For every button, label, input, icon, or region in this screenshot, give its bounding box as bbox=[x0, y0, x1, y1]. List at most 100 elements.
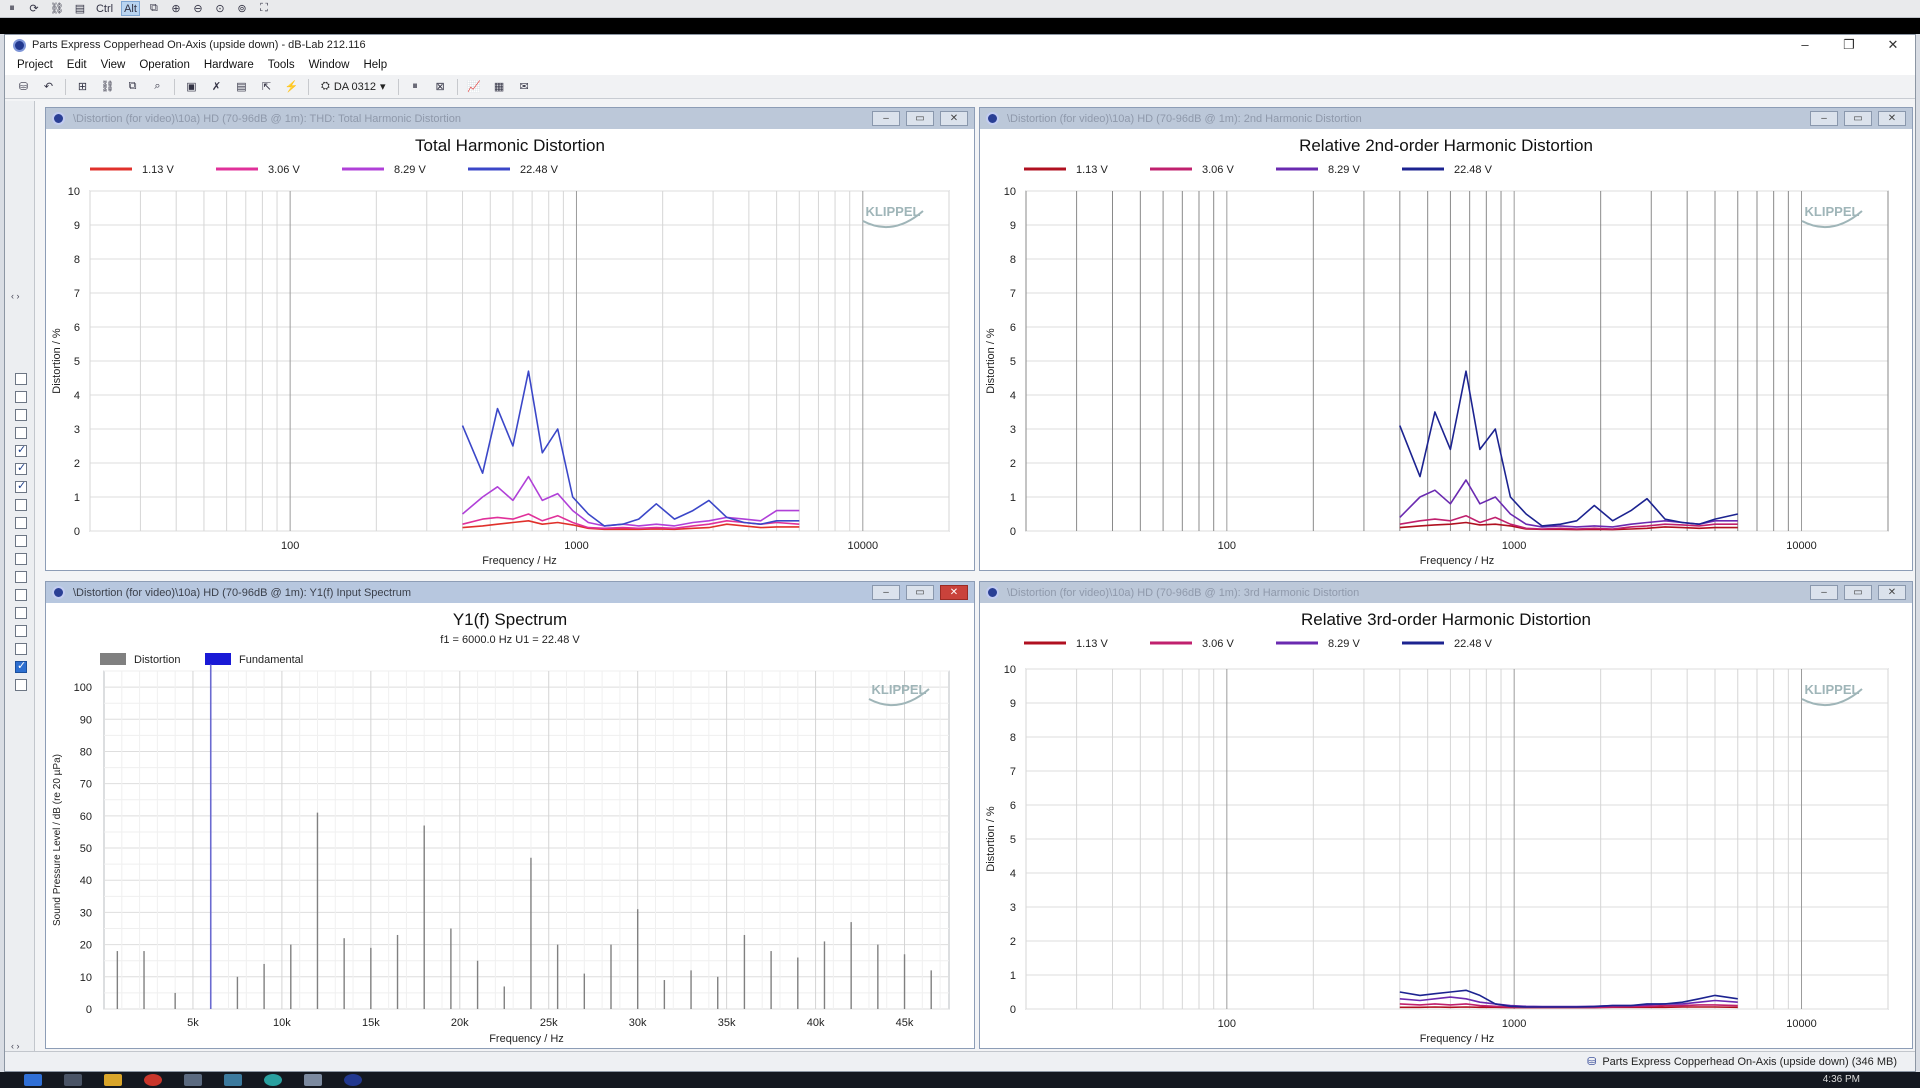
save-all-icon[interactable]: ▤ bbox=[233, 79, 250, 94]
clipboard-icon[interactable]: ▤ bbox=[72, 1, 88, 16]
close-button[interactable]: ✕ bbox=[1871, 37, 1915, 53]
menu-view[interactable]: View bbox=[101, 59, 126, 71]
toolbar-separator bbox=[174, 78, 175, 95]
start-icon[interactable] bbox=[24, 1074, 42, 1086]
menu-operation[interactable]: Operation bbox=[139, 59, 190, 71]
dataset-checkbox[interactable] bbox=[15, 553, 27, 565]
legend-label: 8.29 V bbox=[394, 164, 426, 176]
minimize-button[interactable]: – bbox=[1783, 37, 1827, 53]
delete-icon[interactable]: ✗ bbox=[208, 79, 225, 94]
minimize-button[interactable]: – bbox=[872, 111, 900, 126]
dataset-checkbox[interactable] bbox=[15, 479, 27, 493]
h2-window[interactable]: \Distortion (for video)\10a) HD (70-96dB… bbox=[979, 107, 1913, 571]
h3-window-titlebar[interactable]: \Distortion (for video)\10a) HD (70-96dB… bbox=[980, 582, 1912, 603]
taskbar-app-icon[interactable] bbox=[64, 1074, 82, 1086]
dataset-checkbox[interactable] bbox=[15, 517, 27, 529]
new-operation-icon[interactable]: ⊞ bbox=[74, 79, 91, 94]
dataset-checkbox[interactable] bbox=[15, 535, 27, 547]
dataset-checkbox[interactable] bbox=[15, 427, 27, 439]
dataset-checkbox[interactable] bbox=[15, 409, 27, 421]
expand-icon[interactable]: ‹ › bbox=[11, 291, 20, 301]
zoom-fit-icon[interactable]: ⊙ bbox=[212, 1, 228, 16]
y-tick-label: 3 bbox=[1010, 902, 1016, 914]
zoom-out-icon[interactable]: ⊖ bbox=[190, 1, 206, 16]
pause-icon[interactable]: ⏸ bbox=[407, 79, 424, 94]
fullscreen-icon[interactable]: ⛶ bbox=[256, 1, 272, 16]
h2-window-titlebar[interactable]: \Distortion (for video)\10a) HD (70-96dB… bbox=[980, 108, 1912, 129]
menu-hardware[interactable]: Hardware bbox=[204, 59, 254, 71]
spectrum-window-titlebar[interactable]: \Distortion (for video)\10a) HD (70-96dB… bbox=[46, 582, 974, 603]
collapse-icon[interactable]: ‹ › bbox=[11, 1041, 20, 1051]
thd-window-titlebar[interactable]: \Distortion (for video)\10a) HD (70-96dB… bbox=[46, 108, 974, 129]
legend-label: 3.06 V bbox=[1202, 638, 1234, 650]
menu-window[interactable]: Window bbox=[309, 59, 350, 71]
ctrl-key-button[interactable]: Ctrl bbox=[94, 1, 115, 16]
database-icon[interactable]: ⛁ bbox=[15, 79, 32, 94]
alt-key-button[interactable]: Alt bbox=[121, 1, 140, 16]
folder-icon[interactable] bbox=[104, 1074, 122, 1086]
copy-icon[interactable]: ⧉ bbox=[146, 1, 162, 16]
dataset-checkbox[interactable] bbox=[15, 461, 27, 475]
chart-title: Total Harmonic Distortion bbox=[415, 136, 605, 155]
link-icon[interactable]: ⛓ bbox=[48, 1, 66, 16]
close-button[interactable]: ✕ bbox=[940, 585, 968, 600]
copy-icon[interactable]: ⧉ bbox=[124, 79, 141, 94]
stop-icon[interactable]: ⊠ bbox=[432, 79, 449, 94]
pause-icon[interactable]: ⏸ bbox=[4, 1, 20, 16]
window-icon bbox=[52, 586, 65, 599]
window-controls: – ▭ ✕ bbox=[872, 111, 974, 126]
minimize-button[interactable]: – bbox=[1810, 111, 1838, 126]
dataset-checkbox[interactable] bbox=[15, 443, 27, 457]
dataset-checkbox[interactable] bbox=[15, 373, 27, 385]
zoom-actual-icon[interactable]: ⊚ bbox=[234, 1, 250, 16]
mail-icon[interactable]: ✉ bbox=[516, 79, 533, 94]
search-icon[interactable]: ⌕ bbox=[149, 79, 166, 94]
report-icon[interactable]: ▦ bbox=[491, 79, 508, 94]
dataset-checkbox[interactable] bbox=[15, 643, 27, 655]
taskbar-app-icon[interactable] bbox=[304, 1074, 322, 1086]
taskbar-app-icon[interactable] bbox=[224, 1074, 242, 1086]
close-button[interactable]: ✕ bbox=[1878, 111, 1906, 126]
maximize-button[interactable]: ▭ bbox=[906, 111, 934, 126]
taskbar-app-icon[interactable] bbox=[184, 1074, 202, 1086]
browser-icon[interactable] bbox=[144, 1074, 162, 1086]
measure-icon[interactable]: ⚡ bbox=[283, 79, 300, 94]
dataset-checkbox[interactable] bbox=[15, 499, 27, 511]
close-button[interactable]: ✕ bbox=[1878, 585, 1906, 600]
spectrum-window[interactable]: \Distortion (for video)\10a) HD (70-96dB… bbox=[45, 581, 975, 1049]
zoom-in-icon[interactable]: ⊕ bbox=[168, 1, 184, 16]
save-icon[interactable]: ▣ bbox=[183, 79, 200, 94]
dataset-checkbox[interactable] bbox=[15, 679, 27, 691]
maximize-button[interactable]: ▭ bbox=[906, 585, 934, 600]
taskbar-app-icon[interactable] bbox=[264, 1074, 282, 1086]
device-select[interactable]: ⛭ DA 0312 ▾ bbox=[317, 78, 390, 96]
link-icon[interactable]: ⛓ bbox=[99, 79, 116, 94]
toolbar-separator bbox=[456, 78, 458, 95]
export-icon[interactable]: ⇱ bbox=[258, 79, 275, 94]
dataset-checkbox[interactable] bbox=[15, 391, 27, 403]
plot-area bbox=[103, 670, 950, 1010]
x-tick-label: 5k bbox=[187, 1017, 199, 1029]
menu-help[interactable]: Help bbox=[363, 59, 387, 71]
dataset-checkbox[interactable] bbox=[15, 659, 27, 673]
maximize-button[interactable]: ▭ bbox=[1844, 111, 1872, 126]
dblab-taskbar-icon[interactable] bbox=[344, 1074, 362, 1086]
maximize-button[interactable]: ▭ bbox=[1844, 585, 1872, 600]
undo-icon[interactable]: ↶ bbox=[40, 79, 57, 94]
h3-window[interactable]: \Distortion (for video)\10a) HD (70-96dB… bbox=[979, 581, 1913, 1049]
thd-window[interactable]: \Distortion (for video)\10a) HD (70-96dB… bbox=[45, 107, 975, 571]
menu-edit[interactable]: Edit bbox=[67, 59, 87, 71]
close-button[interactable]: ✕ bbox=[940, 111, 968, 126]
dataset-checkbox[interactable] bbox=[15, 625, 27, 637]
x-tick-label: 100 bbox=[1218, 1018, 1236, 1030]
dataset-checkbox[interactable] bbox=[15, 571, 27, 583]
minimize-button[interactable]: – bbox=[1810, 585, 1838, 600]
dataset-checkbox[interactable] bbox=[15, 607, 27, 619]
dataset-checkbox[interactable] bbox=[15, 589, 27, 601]
refresh-icon[interactable]: ⟳ bbox=[26, 1, 42, 16]
chart-icon[interactable]: 📈 bbox=[466, 79, 483, 94]
restore-button[interactable]: ❐ bbox=[1827, 37, 1871, 53]
minimize-button[interactable]: – bbox=[872, 585, 900, 600]
menu-tools[interactable]: Tools bbox=[268, 59, 295, 71]
menu-project[interactable]: Project bbox=[17, 59, 53, 71]
